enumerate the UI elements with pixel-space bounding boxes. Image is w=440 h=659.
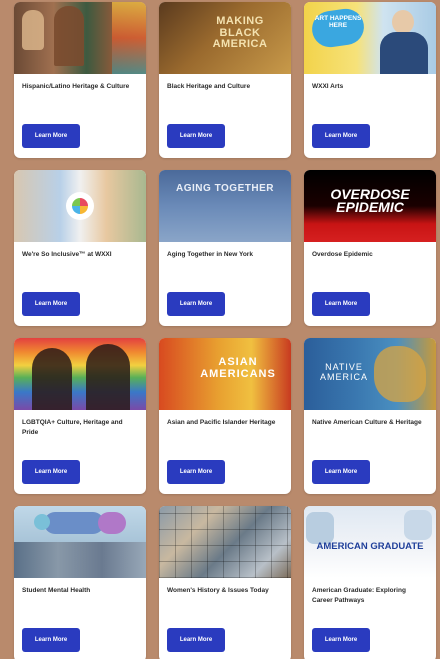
card-title: Overdose Epidemic <box>312 251 373 258</box>
card-title: Asian and Pacific Islander Heritage <box>167 419 276 426</box>
topic-card[interactable]: LGBTQIA+ Culture, Heritage and Pride Lea… <box>14 338 146 494</box>
card-thumbnail[interactable]: ASIAN AMERICANS <box>159 338 291 410</box>
card-title: Student Mental Health <box>22 587 91 594</box>
card-title: WXXI Arts <box>312 83 344 90</box>
learn-more-button[interactable]: Learn More <box>312 628 370 652</box>
topic-card[interactable]: NATIVE AMERICA Native American Culture &… <box>304 338 436 494</box>
inclusive-logo-icon <box>66 192 94 220</box>
learn-more-button[interactable]: Learn More <box>312 124 370 148</box>
topic-card[interactable]: Student Mental Health Learn More <box>14 506 146 659</box>
topic-card[interactable]: We're So Inclusive™ at WXXI Learn More <box>14 170 146 326</box>
card-thumbnail[interactable] <box>14 2 146 74</box>
thumbnail-title: ART HAPPENS HERE <box>314 15 362 29</box>
thumbnail-title: OVERDOSE EPIDEMIC <box>330 186 410 216</box>
topic-card[interactable]: ART HAPPENS HERE WXXI Arts Learn More <box>304 2 436 158</box>
topic-card[interactable]: ASIAN AMERICANS Asian and Pacific Island… <box>159 338 291 494</box>
card-thumbnail[interactable]: AGING TOGETHER <box>159 170 291 242</box>
card-thumbnail[interactable]: MAKING BLACK AMERICA <box>159 2 291 74</box>
topic-card[interactable]: AGING TOGETHER Aging Together in New Yor… <box>159 170 291 326</box>
card-thumbnail[interactable] <box>14 338 146 410</box>
thumbnail-title: MAKING BLACK AMERICA <box>212 15 268 51</box>
card-thumbnail[interactable] <box>14 506 146 578</box>
card-title: Native American Culture & Heritage <box>312 419 422 426</box>
learn-more-button[interactable]: Learn More <box>167 124 225 148</box>
card-title: LGBTQIA+ Culture, Heritage and Pride <box>22 419 123 436</box>
card-title: Hispanic/Latino Heritage & Culture <box>22 83 130 90</box>
learn-more-button[interactable]: Learn More <box>167 628 225 652</box>
topic-card-grid: Hispanic/Latino Heritage & Culture Learn… <box>14 2 438 659</box>
topic-card[interactable]: Hispanic/Latino Heritage & Culture Learn… <box>14 2 146 158</box>
card-title: Aging Together in New York <box>167 251 253 258</box>
topic-card[interactable]: MAKING BLACK AMERICA Black Heritage and … <box>159 2 291 158</box>
card-thumbnail[interactable]: ART HAPPENS HERE <box>304 2 436 74</box>
learn-more-button[interactable]: Learn More <box>312 460 370 484</box>
learn-more-button[interactable]: Learn More <box>167 292 225 316</box>
card-title: We're So Inclusive™ at WXXI <box>22 251 112 258</box>
topic-card[interactable]: AMERICAN GRADUATE American Graduate: Exp… <box>304 506 436 659</box>
card-thumbnail[interactable] <box>159 506 291 578</box>
topic-card[interactable]: Women's History & Issues Today Learn Mor… <box>159 506 291 659</box>
thumbnail-title: AMERICAN GRADUATE <box>316 541 424 552</box>
learn-more-button[interactable]: Learn More <box>167 460 225 484</box>
card-thumbnail[interactable]: NATIVE AMERICA <box>304 338 436 410</box>
thumbnail-title: ASIAN AMERICANS <box>200 356 276 381</box>
learn-more-button[interactable]: Learn More <box>312 292 370 316</box>
learn-more-button[interactable]: Learn More <box>22 292 80 316</box>
topic-card[interactable]: OVERDOSE EPIDEMIC Overdose Epidemic Lear… <box>304 170 436 326</box>
card-thumbnail[interactable]: OVERDOSE EPIDEMIC <box>304 170 436 242</box>
card-thumbnail[interactable] <box>14 170 146 242</box>
card-title: American Graduate: Exploring Career Path… <box>312 587 406 604</box>
card-thumbnail[interactable]: AMERICAN GRADUATE <box>304 506 436 578</box>
card-title: Women's History & Issues Today <box>167 587 269 594</box>
learn-more-button[interactable]: Learn More <box>22 460 80 484</box>
learn-more-button[interactable]: Learn More <box>22 628 80 652</box>
card-title: Black Heritage and Culture <box>167 83 251 90</box>
thumbnail-title: NATIVE AMERICA <box>319 362 368 383</box>
thumbnail-title: AGING TOGETHER <box>176 183 274 194</box>
learn-more-button[interactable]: Learn More <box>22 124 80 148</box>
